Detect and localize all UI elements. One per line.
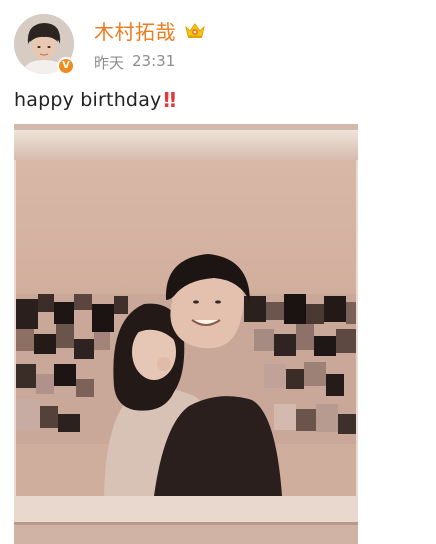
crown-icon[interactable] xyxy=(184,21,206,39)
post-meta: 昨天 23:31 xyxy=(94,52,175,73)
author-row: 木村拓哉 xyxy=(94,16,206,45)
post-body: happy birthday ‼ xyxy=(14,88,176,112)
post-text: happy birthday xyxy=(14,89,162,111)
timestamp-day: 昨天 xyxy=(94,54,125,72)
post-header: V 木村拓哉 昨天 23:31 xyxy=(14,14,426,78)
verified-badge-icon: V xyxy=(57,57,75,75)
author-name[interactable]: 木村拓哉 xyxy=(94,16,176,45)
double-exclamation-emoji: ‼ xyxy=(163,88,177,112)
post-photo[interactable] xyxy=(14,124,358,544)
timestamp-time: 23:31 xyxy=(132,52,176,70)
photo-image xyxy=(14,124,358,544)
